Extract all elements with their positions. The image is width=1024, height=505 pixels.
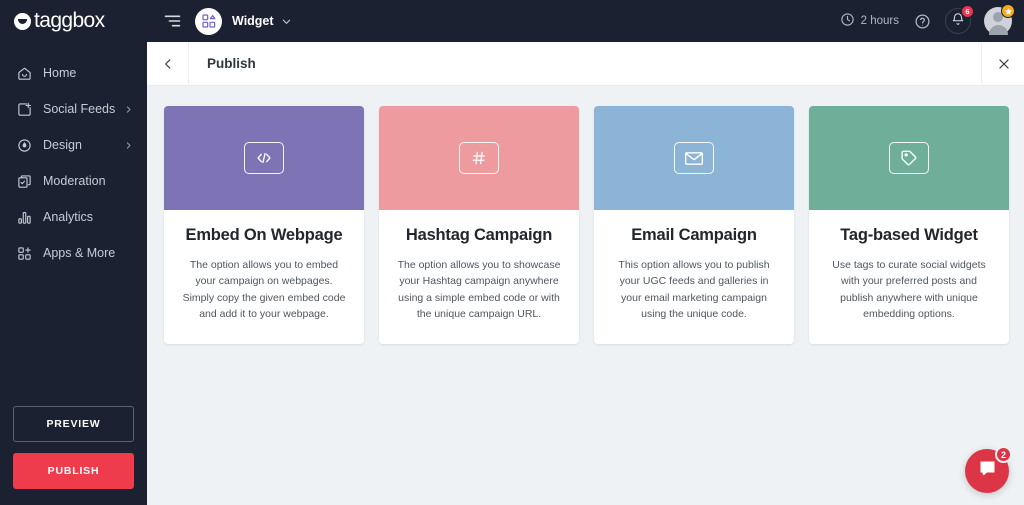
session-hours[interactable]: 2 hours <box>840 12 899 30</box>
chevron-right-icon <box>123 140 133 150</box>
topbar: Widget 2 hours 6 <box>147 0 1024 42</box>
card-description: The option allows you to embed your camp… <box>182 259 346 320</box>
card-body: Tag-based Widget Use tags to curate soci… <box>809 210 1009 344</box>
chat-bubble-icon <box>977 458 998 484</box>
card-banner <box>809 106 1009 210</box>
publish-options-grid: Embed On Webpage The option allows you t… <box>164 106 1009 345</box>
sidebar-actions: PREVIEW PUBLISH <box>0 406 147 505</box>
sidebar-item-home[interactable]: Home <box>0 56 147 90</box>
chevron-right-icon <box>123 104 133 114</box>
sidebar-item-moderation[interactable]: Moderation <box>0 164 147 198</box>
chevron-down-icon[interactable] <box>281 16 292 27</box>
chat-unread-badge: 2 <box>995 446 1012 463</box>
page-header: Publish <box>147 41 1024 86</box>
publish-button[interactable]: PUBLISH <box>13 453 134 489</box>
sidebar-item-label: Analytics <box>43 210 94 224</box>
notification-badge: 6 <box>961 5 974 18</box>
taggbox-logo-icon <box>14 12 31 30</box>
widget-selector-label[interactable]: Widget <box>232 14 274 28</box>
card-description: Use tags to curate social widgets with y… <box>832 259 986 320</box>
card-banner <box>164 106 364 210</box>
sidebar-item-social-feeds[interactable]: Social Feeds <box>0 92 147 126</box>
sidebar-item-label: Moderation <box>43 174 106 188</box>
sidebar-nav: Home Social Feeds Design Moderation Anal… <box>0 42 147 406</box>
topbar-right-group: 2 hours 6 <box>840 4 1015 35</box>
card-body: Embed On Webpage The option allows you t… <box>164 210 364 344</box>
avatar-body <box>988 25 1008 35</box>
star-icon <box>1001 4 1015 18</box>
main-area: Widget 2 hours 6 Publish Embed On Webpag… <box>147 0 1024 505</box>
collapse-menu-icon[interactable] <box>163 11 183 31</box>
card-banner <box>379 106 579 210</box>
logo-text: taggbox <box>34 8 105 32</box>
sidebar-item-label: Apps & More <box>43 246 116 260</box>
publish-option-card-embed-on-webpage[interactable]: Embed On Webpage The option allows you t… <box>164 106 364 345</box>
publish-options-content: Embed On Webpage The option allows you t… <box>147 86 1024 505</box>
feed-add-icon <box>16 101 32 117</box>
close-button[interactable] <box>981 41 1024 86</box>
card-body: Email Campaign This option allows you to… <box>594 210 794 344</box>
user-avatar[interactable] <box>984 4 1015 35</box>
sidebar-item-apps-more[interactable]: Apps & More <box>0 236 147 270</box>
publish-option-card-hashtag-campaign[interactable]: Hashtag Campaign The option allows you t… <box>379 106 579 345</box>
sidebar-item-label: Social Feeds <box>43 102 116 116</box>
page-title: Publish <box>207 56 256 71</box>
design-drop-icon <box>16 137 32 153</box>
publish-option-card-email-campaign[interactable]: Email Campaign This option allows you to… <box>594 106 794 345</box>
home-icon <box>16 65 32 81</box>
chat-launcher-button[interactable]: 2 <box>965 446 1012 493</box>
hashtag-icon <box>459 142 499 174</box>
card-description: The option allows you to showcase your H… <box>397 259 561 320</box>
notifications-button[interactable]: 6 <box>945 5 974 34</box>
card-title: Hashtag Campaign <box>405 226 553 244</box>
app-logo[interactable]: taggbox <box>0 0 147 42</box>
publish-option-card-tag-based-widget[interactable]: Tag-based Widget Use tags to curate soci… <box>809 106 1009 345</box>
card-title: Embed On Webpage <box>185 226 343 244</box>
card-title: Email Campaign <box>631 226 757 244</box>
card-body: Hashtag Campaign The option allows you t… <box>379 210 579 344</box>
code-icon <box>244 142 284 174</box>
apps-grid-icon <box>16 245 32 261</box>
preview-button[interactable]: PREVIEW <box>13 406 134 442</box>
sidebar-item-design[interactable]: Design <box>0 128 147 162</box>
tag-icon <box>889 142 929 174</box>
card-banner <box>594 106 794 210</box>
moderation-icon <box>16 173 32 189</box>
envelope-icon <box>674 142 714 174</box>
analytics-bars-icon <box>16 209 32 225</box>
app-root: taggbox Home Social Feeds Design Moderat… <box>0 0 1024 505</box>
sidebar-item-label: Design <box>43 138 82 152</box>
card-title: Tag-based Widget <box>840 226 978 244</box>
sidebar-item-analytics[interactable]: Analytics <box>0 200 147 234</box>
back-button[interactable] <box>147 41 189 86</box>
session-hours-label: 2 hours <box>860 15 899 27</box>
sidebar: taggbox Home Social Feeds Design Moderat… <box>0 0 147 505</box>
sidebar-item-label: Home <box>43 66 77 80</box>
clock-icon <box>840 12 855 30</box>
card-description: This option allows you to publish your U… <box>618 259 770 320</box>
widget-blocks-icon[interactable] <box>195 7 222 35</box>
help-circle-icon[interactable] <box>912 11 932 31</box>
